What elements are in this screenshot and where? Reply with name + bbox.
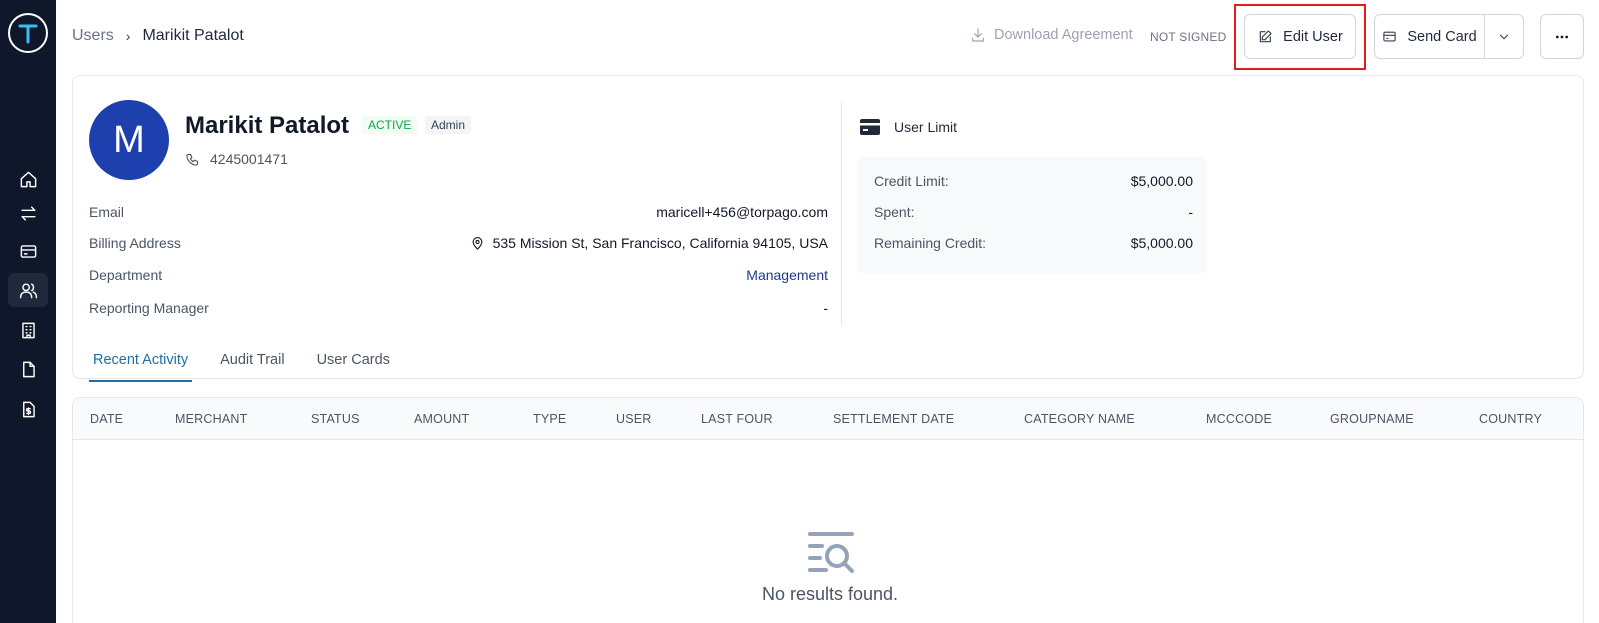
breadcrumb: Users › Marikit Patalot — [72, 27, 244, 45]
column-header-amount[interactable]: AMOUNT — [414, 412, 469, 426]
column-header-groupname[interactable]: GROUPNAME — [1330, 412, 1414, 426]
card-icon — [1383, 31, 1397, 42]
reporting-manager-value: - — [823, 300, 828, 316]
home-icon — [20, 171, 36, 187]
send-card-label: Send Card — [1407, 28, 1477, 45]
user-limit-header: User Limit — [860, 119, 957, 135]
email-value: maricell+456@torpago.com — [656, 204, 828, 220]
send-card-group: Send Card — [1374, 14, 1524, 59]
phone-number: 4245001471 — [210, 151, 288, 167]
column-header-last-four[interactable]: LAST FOUR — [701, 412, 773, 426]
section-divider — [841, 101, 842, 325]
sidebar-item-documents[interactable] — [8, 352, 48, 386]
logo[interactable] — [8, 13, 48, 53]
column-header-type[interactable]: TYPE — [533, 412, 566, 426]
department-label: Department — [89, 267, 163, 283]
sidebar-item-cards[interactable] — [8, 234, 48, 268]
remaining-credit-value: $5,000.00 — [1130, 235, 1193, 251]
remaining-credit-label: Remaining Credit: — [874, 235, 987, 251]
column-header-country[interactable]: COUNTRY — [1479, 412, 1542, 426]
users-icon — [19, 282, 37, 298]
document-icon — [22, 361, 35, 377]
location-pin-icon — [472, 236, 483, 250]
sidebar-item-users[interactable] — [8, 273, 48, 307]
billing-address-label: Billing Address — [89, 235, 181, 251]
chevron-down-icon — [1499, 34, 1509, 39]
more-actions-button[interactable] — [1540, 14, 1584, 59]
status-badge: ACTIVE — [362, 116, 418, 134]
sidebar — [0, 0, 56, 623]
download-agreement-label: Download Agreement — [994, 27, 1133, 43]
agreement-status: NOT SIGNED — [1150, 30, 1227, 44]
spent-label: Spent: — [874, 204, 915, 220]
table-header: DATE MERCHANT STATUS AMOUNT TYPE USER LA… — [73, 398, 1583, 440]
billing-address-value: 535 Mission St, San Francisco, Californi… — [470, 235, 828, 251]
more-horizontal-icon — [1556, 35, 1568, 38]
user-limit-title: User Limit — [894, 119, 958, 135]
breadcrumb-separator: › — [125, 28, 131, 44]
reporting-manager-label: Reporting Manager — [89, 300, 209, 316]
sidebar-item-companies[interactable] — [8, 313, 48, 347]
send-card-dropdown[interactable] — [1485, 15, 1523, 58]
tab-user-cards[interactable]: User Cards — [313, 346, 394, 382]
column-header-settlement-date[interactable]: SETTLEMENT DATE — [833, 412, 954, 426]
card-icon — [20, 244, 36, 258]
user-name: Marikit Patalot — [185, 112, 350, 139]
role-badge: Admin — [425, 116, 472, 134]
transfer-icon — [20, 205, 36, 221]
sidebar-item-home[interactable] — [8, 162, 48, 196]
column-header-merchant[interactable]: MERCHANT — [175, 412, 247, 426]
download-agreement-button[interactable]: Download Agreement — [970, 27, 1133, 43]
credit-limit-value: $5,000.00 — [1130, 173, 1193, 189]
tab-audit-trail[interactable]: Audit Trail — [216, 346, 288, 382]
search-list-icon — [808, 532, 854, 573]
phone-icon — [186, 153, 199, 166]
sidebar-item-transactions[interactable] — [8, 196, 48, 230]
tab-recent-activity[interactable]: Recent Activity — [89, 346, 193, 382]
edit-user-button[interactable]: Edit User — [1244, 14, 1356, 59]
send-card-button[interactable]: Send Card — [1375, 15, 1485, 58]
column-header-date[interactable]: DATE — [90, 412, 123, 426]
edit-user-label: Edit User — [1283, 28, 1343, 45]
sidebar-item-invoices[interactable] — [8, 392, 48, 426]
column-header-user[interactable]: USER — [616, 412, 652, 426]
department-link[interactable]: Management — [746, 267, 828, 283]
credit-limit-label: Credit Limit: — [874, 173, 949, 189]
invoice-icon — [22, 401, 35, 417]
email-label: Email — [89, 204, 125, 220]
download-icon — [972, 28, 984, 42]
edit-icon — [1259, 29, 1272, 42]
empty-state-message: No results found. — [761, 584, 899, 604]
building-icon — [21, 322, 35, 338]
billing-address-text: 535 Mission St, San Francisco, Californi… — [492, 235, 828, 251]
column-header-status[interactable]: STATUS — [311, 412, 360, 426]
breadcrumb-current: Marikit Patalot — [142, 27, 244, 44]
spent-value: - — [1188, 204, 1193, 220]
phone-row: 4245001471 — [185, 151, 288, 167]
tab-bar: Recent Activity Audit Trail User Cards — [89, 346, 418, 382]
breadcrumb-users-link[interactable]: Users — [72, 27, 114, 45]
credit-card-icon — [860, 119, 880, 135]
column-header-mcccode[interactable]: MCCCODE — [1206, 412, 1272, 426]
logo-t-icon — [18, 24, 38, 44]
avatar: M — [89, 100, 169, 180]
app-root: Users › Marikit Patalot Download Agreeme… — [0, 0, 1599, 623]
column-header-category-name[interactable]: CATEGORY NAME — [1024, 412, 1135, 426]
